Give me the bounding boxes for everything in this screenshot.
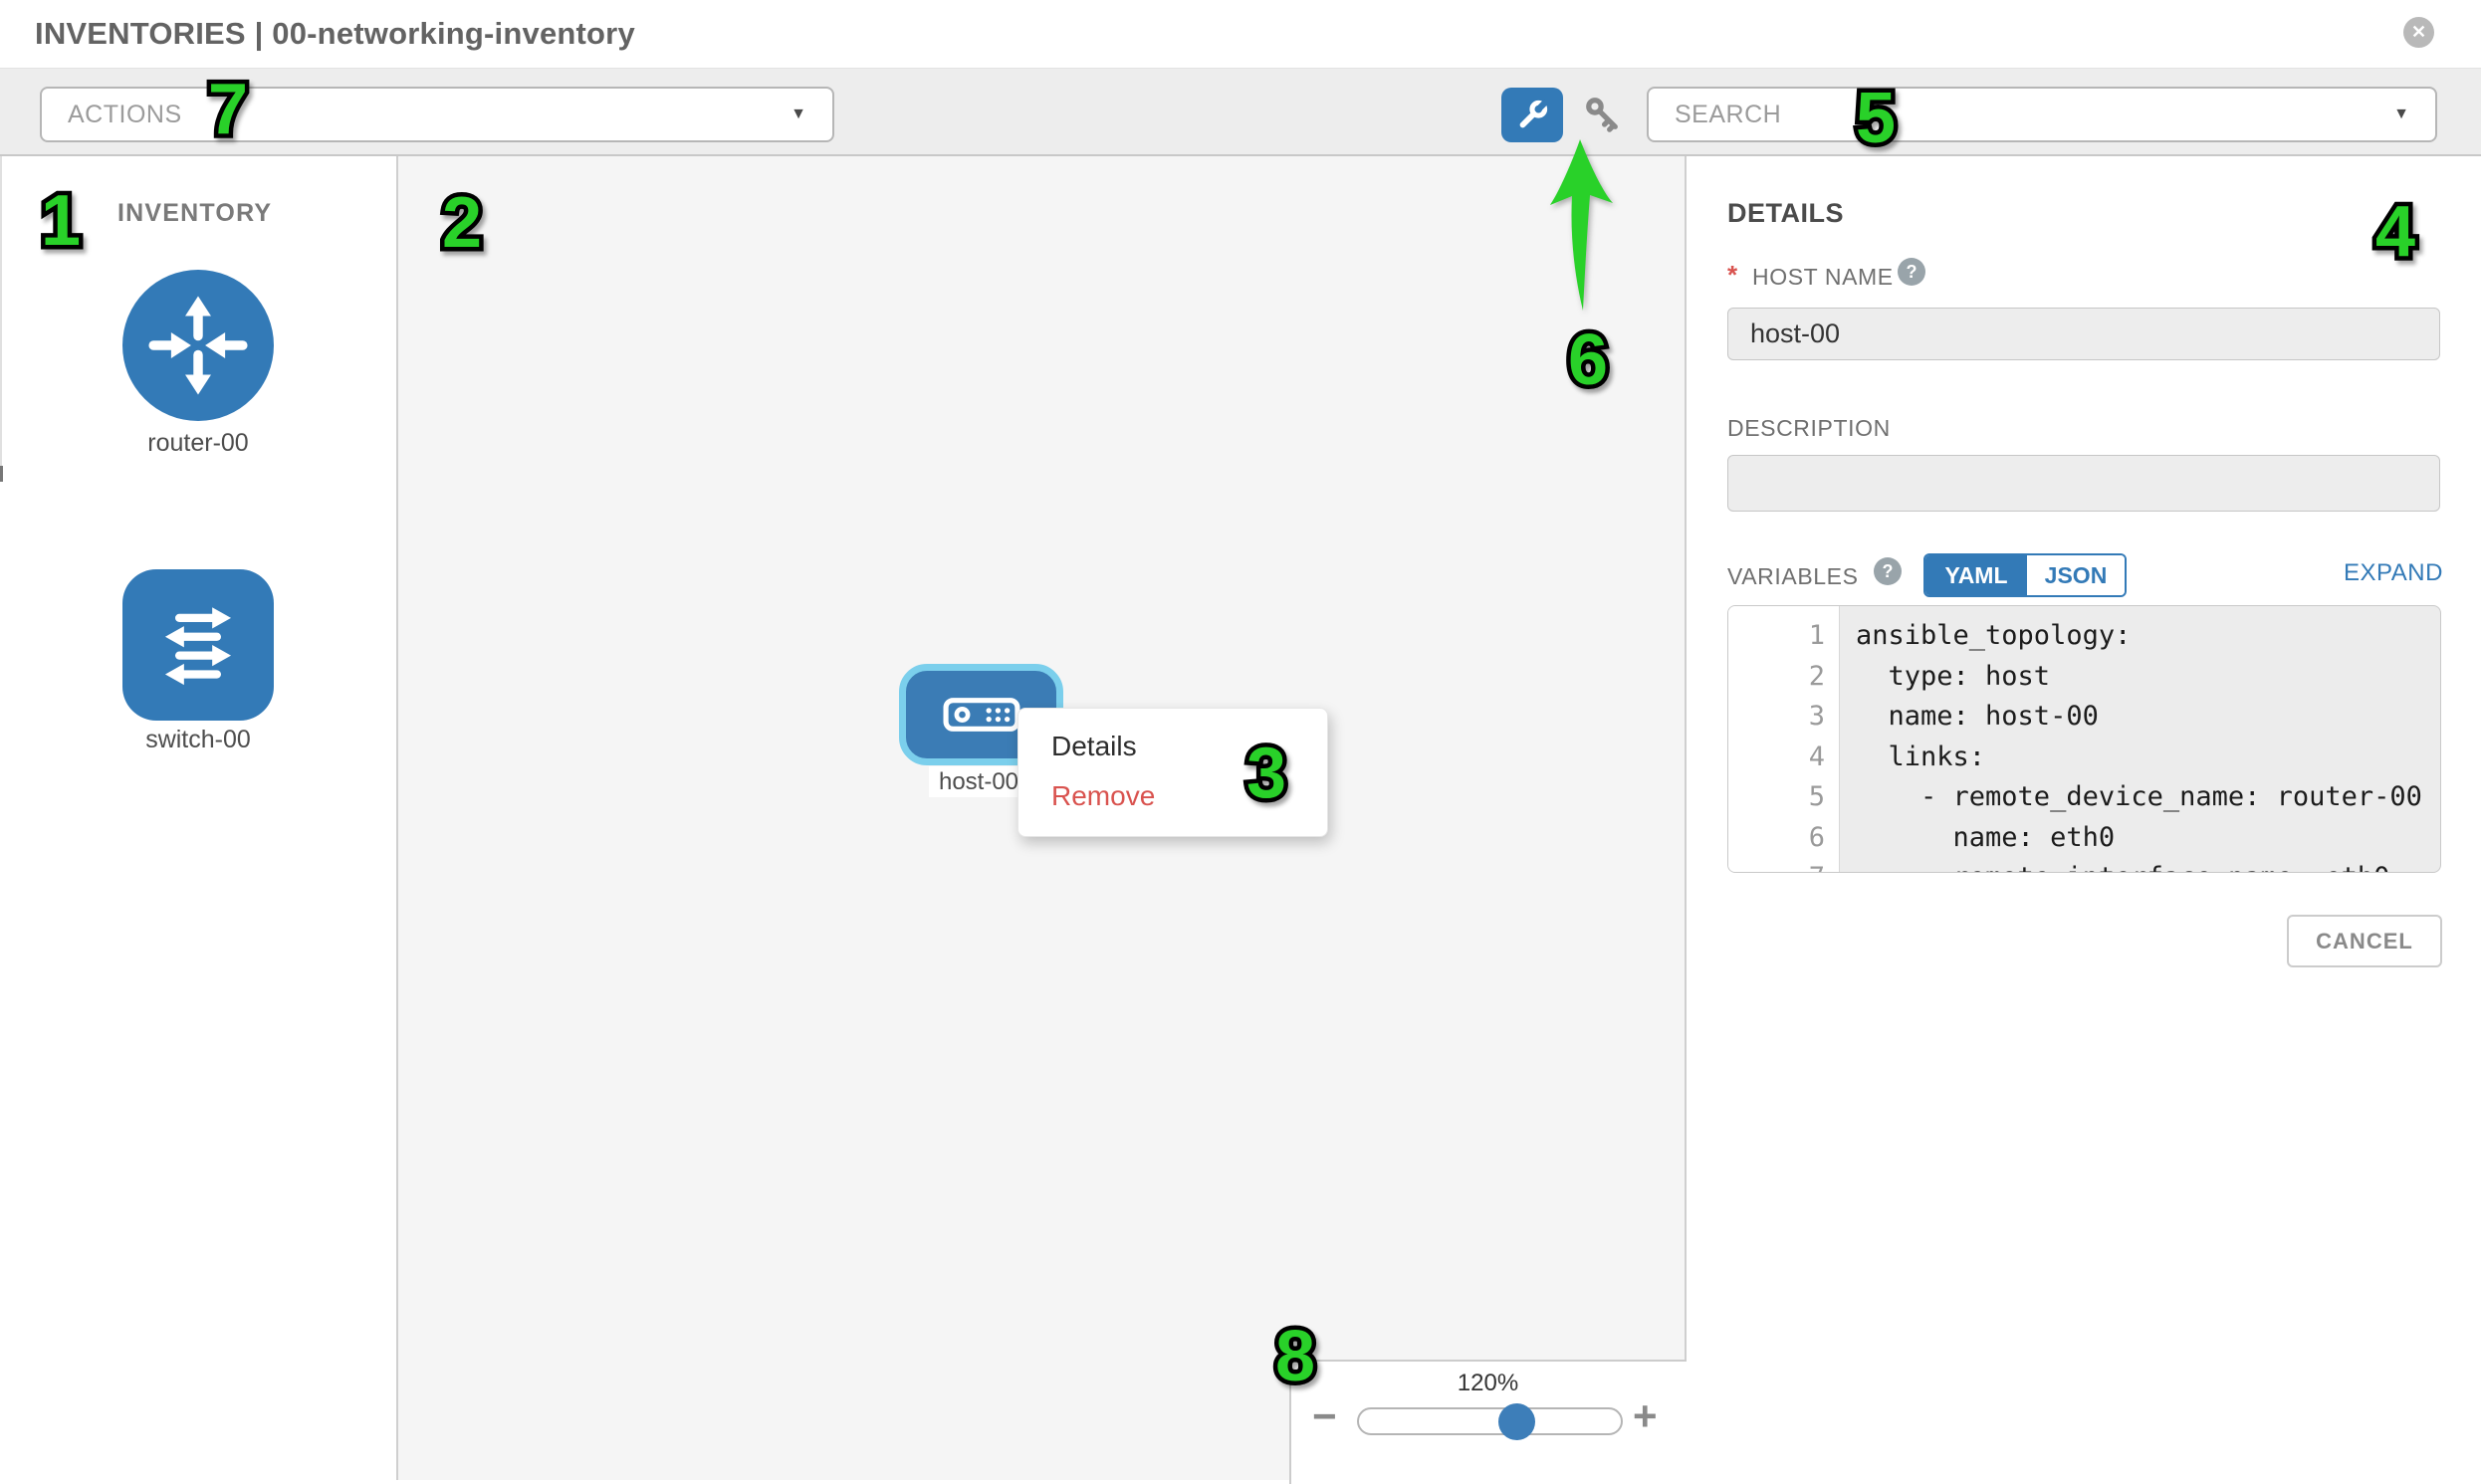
zoom-slider-thumb[interactable] xyxy=(1498,1403,1535,1440)
json-toggle-button[interactable]: JSON xyxy=(2027,555,2125,595)
close-button[interactable]: ✕ xyxy=(2403,17,2434,48)
key-icon xyxy=(1580,92,1628,139)
editor-code-area[interactable]: ansible_topology: type: host name: host-… xyxy=(1840,606,2440,872)
zoom-in-button[interactable]: + xyxy=(1633,1395,1658,1437)
code-line: type: host xyxy=(1856,657,2440,698)
variables-label: VARIABLES xyxy=(1727,563,1859,590)
sidebar-item-switch[interactable] xyxy=(122,569,274,721)
toggle-toolbox-button[interactable] xyxy=(1501,88,1563,142)
description-input[interactable] xyxy=(1727,455,2440,512)
sidebar-item-router[interactable] xyxy=(122,270,274,421)
host-icon xyxy=(943,697,1020,733)
variables-format-toggle: YAML JSON xyxy=(1923,553,2127,597)
variables-code-editor[interactable]: 1234567 ansible_topology: type: host nam… xyxy=(1727,605,2441,873)
router-icon xyxy=(139,287,257,404)
chevron-down-icon: ▼ xyxy=(2393,106,2409,123)
page-title: INVENTORIES | 00-networking-inventory xyxy=(35,16,635,52)
code-line: name: eth0 xyxy=(1856,818,2440,859)
zoom-level-label: 120% xyxy=(1289,1370,1687,1397)
sidebar-item-label: switch-00 xyxy=(99,726,298,754)
node-context-menu: Details Remove xyxy=(1017,708,1328,837)
menu-item-remove[interactable]: Remove xyxy=(1018,771,1327,821)
host-node-label: host-00 xyxy=(929,766,1028,797)
expand-link[interactable]: EXPAND xyxy=(2344,559,2441,587)
code-line: links: xyxy=(1856,738,2440,778)
search-dropdown[interactable]: SEARCH ▼ xyxy=(1647,87,2437,142)
code-line: ansible_topology: xyxy=(1856,616,2440,657)
chevron-down-icon: ▼ xyxy=(790,106,806,123)
code-line: - remote_device_name: router-00 xyxy=(1856,777,2440,818)
host-name-input[interactable] xyxy=(1727,308,2440,360)
details-panel-title: DETAILS xyxy=(1727,198,1844,229)
wrench-icon xyxy=(1513,97,1551,134)
description-label: DESCRIPTION xyxy=(1727,415,1891,442)
host-name-label: HOST NAME xyxy=(1752,264,1894,291)
sidebar-scroll-track xyxy=(0,156,2,473)
menu-item-details[interactable]: Details xyxy=(1018,722,1327,771)
code-line: name: host-00 xyxy=(1856,697,2440,738)
key-button[interactable] xyxy=(1578,90,1630,141)
zoom-out-button[interactable]: − xyxy=(1312,1395,1337,1437)
sidebar-heading: INVENTORY xyxy=(117,199,272,228)
editor-line-numbers: 1234567 xyxy=(1728,606,1840,872)
sidebar-scroll-mark xyxy=(0,466,3,482)
host-name-help-icon[interactable]: ? xyxy=(1898,258,1925,286)
close-icon: ✕ xyxy=(2411,22,2426,43)
variables-help-icon[interactable]: ? xyxy=(1874,557,1902,585)
required-asterisk: * xyxy=(1727,260,1737,291)
actions-dropdown-placeholder: ACTIONS xyxy=(68,101,182,129)
cancel-button[interactable]: CANCEL xyxy=(2287,915,2442,967)
yaml-toggle-button[interactable]: YAML xyxy=(1925,555,2027,595)
code-line: remote_interface_name: eth0 xyxy=(1856,858,2440,873)
sidebar-item-label: router-00 xyxy=(99,429,298,458)
search-dropdown-placeholder: SEARCH xyxy=(1675,101,1781,129)
actions-dropdown[interactable]: ACTIONS ▼ xyxy=(40,87,834,142)
switch-icon xyxy=(139,586,257,704)
zoom-slider-track[interactable] xyxy=(1357,1407,1623,1435)
